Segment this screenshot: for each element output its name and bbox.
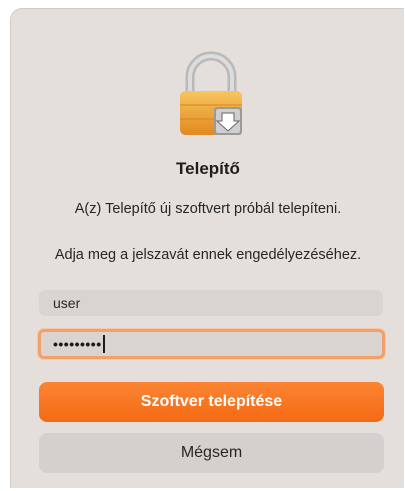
dialog-title: Telepítő [176, 159, 240, 178]
install-software-button[interactable]: Szoftver telepítése [39, 382, 384, 422]
cancel-button[interactable]: Mégsem [39, 433, 384, 473]
username-field[interactable]: user [39, 290, 383, 316]
password-field[interactable]: ••••••••• [38, 329, 385, 359]
password-prompt: Adja meg a jelszavát ennek engedélyezésé… [54, 247, 362, 263]
username-value: user [53, 295, 81, 311]
password-masked-value: ••••••••• [53, 336, 102, 352]
dialog-subtitle: A(z) Telepítő új szoftvert próbál telepí… [74, 201, 342, 217]
lock-installer-icon [176, 49, 246, 139]
auth-dialog: Telepítő A(z) Telepítő új szoftvert prób… [10, 8, 404, 488]
text-cursor [102, 335, 105, 353]
